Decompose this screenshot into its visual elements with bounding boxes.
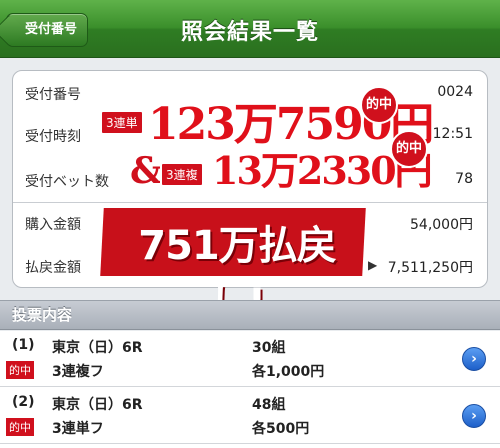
bet-amount: 各1,000円 <box>252 364 325 380</box>
bet-combinations: 30組 <box>252 340 286 356</box>
arrow-icon: ▶ <box>368 258 378 272</box>
purchase-amount-value: 54,000円 <box>410 217 473 233</box>
hit-badge: 的中 <box>6 418 34 436</box>
chevron-right-icon[interactable]: › <box>462 404 486 428</box>
bet-combinations: 48組 <box>252 397 286 413</box>
bet-index: (1) <box>12 337 35 353</box>
receipt-time-value: 12:51 <box>432 126 473 142</box>
bet-type: 3連複フ <box>52 364 104 380</box>
list-item[interactable]: (2) 東京（日）6R 的中 3連単フ 48組 各500円 › <box>0 388 500 444</box>
purchase-amount-label: 購入金額 <box>25 217 81 233</box>
payout-amount-value: 7,511,250円 <box>387 260 473 276</box>
bet-amount: 各500円 <box>252 421 310 437</box>
card-divider <box>13 202 487 203</box>
bet-race: 東京（日）6R <box>52 340 143 356</box>
receipt-number-value: 0024 <box>437 84 473 100</box>
list-item[interactable]: (1) 東京（日）6R 的中 3連複フ 30組 各1,000円 › <box>0 331 500 387</box>
trifecta-badge: 3連単 <box>100 110 144 135</box>
bet-count-value: 78 <box>455 171 473 187</box>
nav-bar: 受付番号 照会結果一覧 <box>0 0 500 58</box>
bet-index: (2) <box>12 394 35 410</box>
page-title: 照会結果一覧 <box>180 20 319 45</box>
hit-badge: 的中 <box>6 361 34 379</box>
ampersand: & <box>130 150 163 192</box>
receipt-time-label: 受付時刻 <box>25 129 81 145</box>
trio-hit-circle: 的中 <box>390 130 428 168</box>
bet-list: (1) 東京（日）6R 的中 3連複フ 30組 各1,000円 › (2) 東京… <box>0 331 500 448</box>
section-header: 投票内容 <box>0 300 500 330</box>
bet-count-label: 受付ベット数 <box>25 174 109 190</box>
chevron-right-icon[interactable]: › <box>462 347 486 371</box>
payout-amount-label: 払戻金額 <box>25 260 81 276</box>
bet-race: 東京（日）6R <box>52 397 143 413</box>
trio-badge: 3連複 <box>160 162 204 187</box>
receipt-number-label: 受付番号 <box>25 87 81 103</box>
trifecta-hit-circle: 的中 <box>360 86 398 124</box>
bet-type: 3連単フ <box>52 421 104 437</box>
